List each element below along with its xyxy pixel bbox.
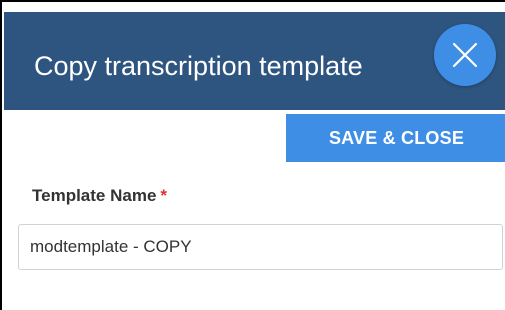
required-marker: * <box>160 186 168 205</box>
template-name-input[interactable] <box>18 224 503 270</box>
dialog: Copy transcription template SAVE & CLOSE… <box>0 0 505 310</box>
close-icon <box>452 42 478 68</box>
dialog-title: Copy transcription template <box>34 51 363 81</box>
save-and-close-button[interactable]: SAVE & CLOSE <box>286 114 505 162</box>
close-button[interactable] <box>434 24 496 86</box>
template-name-label: Template Name * <box>32 185 167 207</box>
template-name-label-text: Template Name <box>32 186 157 205</box>
dialog-header: Copy transcription template <box>4 12 505 110</box>
